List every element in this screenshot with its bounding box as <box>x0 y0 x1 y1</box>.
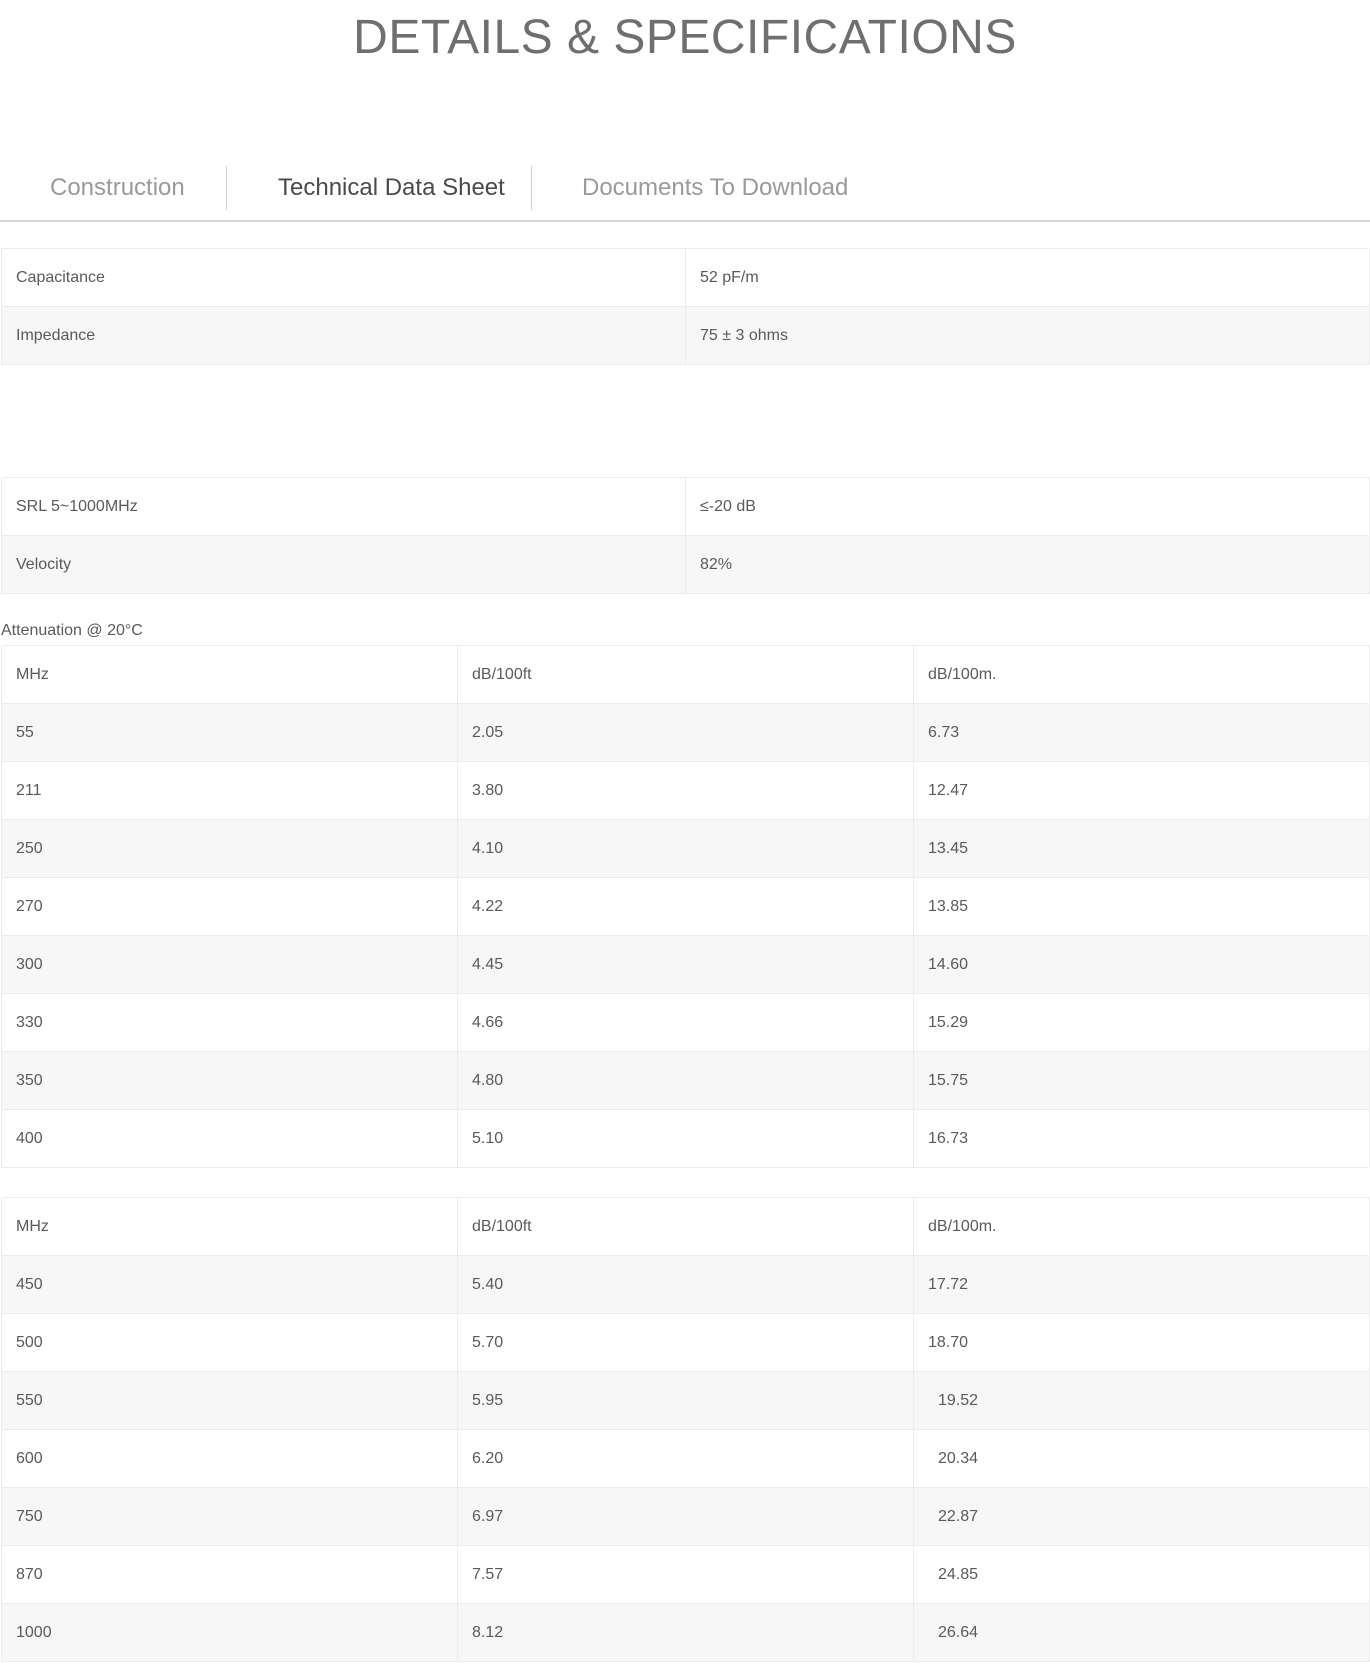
table-cell: 870 <box>1 1545 458 1604</box>
column-header: MHz <box>1 1197 458 1256</box>
electrical-table-1: Capacitance 52 pF/m Impedance 75 ± 3 ohm… <box>1 248 1370 365</box>
spec-value: 82% <box>685 535 1370 594</box>
table-cell: 750 <box>1 1487 458 1546</box>
table-cell: 6.97 <box>457 1487 914 1546</box>
table-cell: 15.75 <box>913 1051 1370 1110</box>
table-cell: 4.45 <box>457 935 914 994</box>
table-cell: 270 <box>1 877 458 936</box>
tab-construction[interactable]: Construction <box>50 162 185 220</box>
column-header: dB/100ft <box>457 1197 914 1256</box>
column-header: dB/100m. <box>913 645 1370 704</box>
tab-divider <box>531 166 532 210</box>
table-cell: 7.57 <box>457 1545 914 1604</box>
table-cell: 20.34 <box>913 1429 1370 1488</box>
attenuation-label: Attenuation @ 20°C <box>1 622 143 639</box>
table-cell: 18.70 <box>913 1313 1370 1372</box>
tab-documents-to-download[interactable]: Documents To Download <box>582 162 848 220</box>
table-row: Capacitance 52 pF/m <box>1 248 1370 307</box>
spec-value: 75 ± 3 ohms <box>685 306 1370 365</box>
table-cell: 22.87 <box>913 1487 1370 1546</box>
table-cell: 4.10 <box>457 819 914 878</box>
table-row: Impedance 75 ± 3 ohms <box>1 306 1370 365</box>
table-row: 250 4.10 13.45 <box>1 819 1370 878</box>
table-cell: 4.66 <box>457 993 914 1052</box>
spec-label: Velocity <box>1 535 686 594</box>
table-cell: 55 <box>1 703 458 762</box>
table-cell: 5.95 <box>457 1371 914 1430</box>
table-cell: 2.05 <box>457 703 914 762</box>
tab-technical-data-sheet[interactable]: Technical Data Sheet <box>278 162 505 220</box>
column-header: dB/100ft <box>457 645 914 704</box>
table-cell: 400 <box>1 1109 458 1168</box>
attenuation-table-2: MHz dB/100ft dB/100m. 450 5.40 17.72 500 5.… <box>1 1197 1370 1662</box>
table-row: 300 4.45 14.60 <box>1 935 1370 994</box>
table-cell: 600 <box>1 1429 458 1488</box>
tab-divider <box>226 166 227 210</box>
table-cell: 4.22 <box>457 877 914 936</box>
table-cell: 24.85 <box>913 1545 1370 1604</box>
table-cell: 14.60 <box>913 935 1370 994</box>
column-header: MHz <box>1 645 458 704</box>
table-cell: 350 <box>1 1051 458 1110</box>
table-cell: 3.80 <box>457 761 914 820</box>
spec-label: Impedance <box>1 306 686 365</box>
table-row: 870 7.57 24.85 <box>1 1545 1370 1604</box>
table-cell: 16.73 <box>913 1109 1370 1168</box>
table-cell: 8.12 <box>457 1603 914 1662</box>
table-cell: 5.40 <box>457 1255 914 1314</box>
table-cell: 5.10 <box>457 1109 914 1168</box>
table-row: 600 6.20 20.34 <box>1 1429 1370 1488</box>
table-cell: 330 <box>1 993 458 1052</box>
table-cell: 15.29 <box>913 993 1370 1052</box>
spec-value: ≤-20 dB <box>685 477 1370 536</box>
table-row: 750 6.97 22.87 <box>1 1487 1370 1546</box>
table-cell: 26.64 <box>913 1603 1370 1662</box>
page-title: DETAILS & SPECIFICATIONS <box>353 11 1017 64</box>
table-row: 550 5.95 19.52 <box>1 1371 1370 1430</box>
table-cell: 211 <box>1 761 458 820</box>
table-cell: 13.85 <box>913 877 1370 936</box>
table-cell: 250 <box>1 819 458 878</box>
table-cell: 19.52 <box>913 1371 1370 1430</box>
table-row: 330 4.66 15.29 <box>1 993 1370 1052</box>
table-row: 350 4.80 15.75 <box>1 1051 1370 1110</box>
table-cell: 6.20 <box>457 1429 914 1488</box>
table-cell: 12.47 <box>913 761 1370 820</box>
table-row: 400 5.10 16.73 <box>1 1109 1370 1168</box>
electrical-table-2: SRL 5~1000MHz ≤-20 dB Velocity 82% <box>1 477 1370 594</box>
table-row: 1000 8.12 26.64 <box>1 1603 1370 1662</box>
table-cell: 6.73 <box>913 703 1370 762</box>
table-row: 450 5.40 17.72 <box>1 1255 1370 1314</box>
table-cell: 450 <box>1 1255 458 1314</box>
attenuation-table-1: MHz dB/100ft dB/100m. 55 2.05 6.73 211 3.80… <box>1 645 1370 1168</box>
table-row: 55 2.05 6.73 <box>1 703 1370 762</box>
spec-value: 52 pF/m <box>685 248 1370 307</box>
table-row: 270 4.22 13.85 <box>1 877 1370 936</box>
column-header: dB/100m. <box>913 1197 1370 1256</box>
table-cell: 1000 <box>1 1603 458 1662</box>
table-cell: 4.80 <box>457 1051 914 1110</box>
table-cell: 550 <box>1 1371 458 1430</box>
spec-label: SRL 5~1000MHz <box>1 477 686 536</box>
table-row: 211 3.80 12.47 <box>1 761 1370 820</box>
table-cell: 5.70 <box>457 1313 914 1372</box>
table-cell: 300 <box>1 935 458 994</box>
table-row: 500 5.70 18.70 <box>1 1313 1370 1372</box>
table-row: SRL 5~1000MHz ≤-20 dB <box>1 477 1370 536</box>
table-cell: 17.72 <box>913 1255 1370 1314</box>
spec-label: Capacitance <box>1 248 686 307</box>
table-cell: 13.45 <box>913 819 1370 878</box>
table-header-row: MHz dB/100ft dB/100m. <box>1 645 1370 704</box>
spec-tabs: Construction Technical Data Sheet Docume… <box>0 162 1370 222</box>
table-row: Velocity 82% <box>1 535 1370 594</box>
table-cell: 500 <box>1 1313 458 1372</box>
table-header-row: MHz dB/100ft dB/100m. <box>1 1197 1370 1256</box>
